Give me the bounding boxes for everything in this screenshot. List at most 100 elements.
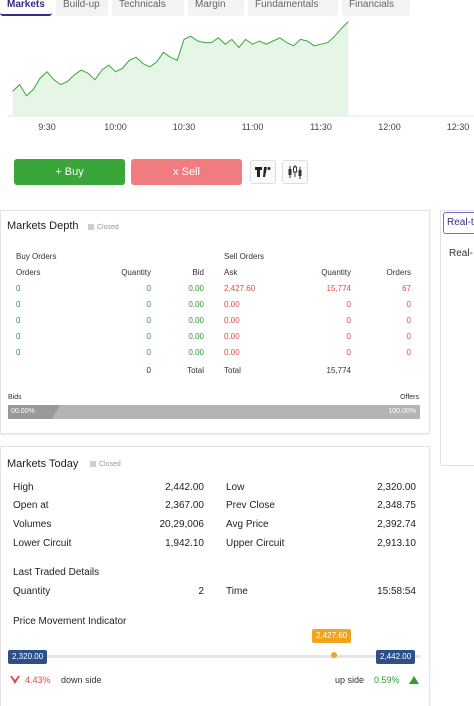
- markets-depth-card: [0, 210, 430, 434]
- x-tick-label: 12:00: [378, 122, 401, 132]
- total-buy-label: Total: [187, 366, 204, 375]
- real-time-heading: Real-: [449, 248, 473, 259]
- price-movement-track: [8, 655, 420, 658]
- real-time-tab[interactable]: Real-t: [443, 212, 474, 234]
- bids-label: Bids: [8, 394, 22, 401]
- col-buy-quantity: Quantity: [121, 268, 151, 277]
- tab-build-up[interactable]: Build-up: [56, 0, 108, 16]
- price-movement-indicator-label: Price Movement Indicator: [13, 616, 127, 627]
- markets-today-title: Markets Today: [7, 458, 79, 470]
- sell-button[interactable]: x Sell: [131, 159, 242, 185]
- last-traded-details-label: Last Traded Details: [13, 567, 100, 578]
- low-label: Low: [226, 482, 245, 493]
- col-ask: Ask: [224, 268, 238, 277]
- up-side-percent: 0.59%: [374, 675, 400, 685]
- depth-row-4-buy-qty: 0: [146, 332, 151, 341]
- down-side-percent: 4.43%: [25, 675, 51, 685]
- depth-status-badge: Closed: [88, 224, 119, 231]
- depth-row-2-ask: 0.00: [224, 300, 240, 309]
- depth-row-5-buy-orders: 0: [16, 348, 21, 357]
- depth-row-1-bid: 0.00: [188, 284, 204, 293]
- down-arrow-icon: [10, 675, 20, 687]
- depth-row-2-buy-orders: 0: [16, 300, 21, 309]
- today-status-badge: Closed: [90, 461, 121, 468]
- tab-bar: Markets Build-up Technicals Margin Funda…: [0, 0, 474, 16]
- col-bid: Bid: [192, 268, 204, 277]
- price-area-fill: [12, 21, 349, 117]
- intraday-price-chart[interactable]: 9:30 10:00 10:30 11:00 11:30 12:00 12:30: [0, 16, 474, 138]
- depth-row-5-ask: 0.00: [224, 348, 240, 357]
- tab-markets[interactable]: Markets: [0, 0, 52, 16]
- x-tick-label: 12:30: [447, 122, 470, 132]
- down-side-label: down side: [61, 675, 102, 685]
- depth-row-4-sell-orders: 0: [406, 332, 411, 341]
- depth-row-2-bid: 0.00: [188, 300, 204, 309]
- depth-row-5-buy-qty: 0: [146, 348, 151, 357]
- ltp-marker-label: 2,427.60: [312, 629, 352, 643]
- depth-row-4-buy-orders: 0: [16, 332, 21, 341]
- depth-row-3-ask: 0.00: [224, 316, 240, 325]
- depth-row-5-sell-qty: 0: [346, 348, 351, 357]
- depth-row-3-sell-qty: 0: [346, 316, 351, 325]
- depth-row-3-sell-orders: 0: [406, 316, 411, 325]
- high-value: 2,442.00: [165, 482, 204, 493]
- time-label: Time: [226, 586, 248, 597]
- offers-label: Offers: [400, 394, 419, 401]
- depth-row-2-sell-orders: 0: [406, 300, 411, 309]
- depth-row-1-sell-qty: 15,774: [326, 284, 351, 293]
- depth-row-4-bid: 0.00: [188, 332, 204, 341]
- range-high-pill: 2,442.00: [376, 650, 416, 664]
- total-sell-label: Total: [224, 366, 241, 375]
- tab-margin[interactable]: Margin: [188, 0, 244, 16]
- open-value: 2,367.00: [165, 500, 204, 511]
- col-sell-quantity: Quantity: [321, 268, 351, 277]
- bids-percent: 00.00%: [11, 408, 35, 415]
- quantity-label: Quantity: [13, 586, 51, 597]
- quantity-value: 2: [198, 586, 204, 597]
- lower-circuit-value: 1,942.10: [165, 538, 204, 549]
- depth-row-2-sell-qty: 0: [346, 300, 351, 309]
- depth-row-2-buy-qty: 0: [146, 300, 151, 309]
- ltp-marker-dot: [331, 652, 337, 658]
- total-buy-quantity: 0: [146, 366, 151, 375]
- candlestick-icon[interactable]: [282, 160, 308, 184]
- col-sell-orders: Orders: [386, 268, 411, 277]
- offers-percent: 100.00%: [388, 408, 416, 415]
- depth-row-1-buy-qty: 0: [146, 284, 151, 293]
- depth-row-4-ask: 0.00: [224, 332, 240, 341]
- sell-orders-header: Sell Orders: [224, 252, 265, 261]
- x-tick-label: 10:00: [104, 122, 127, 132]
- x-tick-label: 11:30: [310, 122, 332, 132]
- tradingview-icon[interactable]: [250, 160, 276, 184]
- volumes-label: Volumes: [13, 519, 52, 530]
- depth-row-1-ask: 2,427.60: [224, 284, 256, 293]
- tab-financials[interactable]: Financials: [342, 0, 410, 16]
- open-label: Open at: [13, 500, 49, 511]
- depth-row-3-buy-qty: 0: [146, 316, 151, 325]
- depth-row-1-buy-orders: 0: [16, 284, 21, 293]
- x-tick-label: 9:30: [38, 122, 56, 132]
- up-arrow-icon: [409, 675, 419, 687]
- range-low-pill: 2,320.00: [8, 650, 48, 664]
- total-sell-quantity: 15,774: [326, 366, 351, 375]
- lower-circuit-label: Lower Circuit: [13, 538, 72, 549]
- col-buy-orders: Orders: [16, 268, 41, 277]
- tab-technicals[interactable]: Technicals: [112, 0, 184, 16]
- prev-close-label: Prev Close: [226, 500, 275, 511]
- depth-row-3-bid: 0.00: [188, 316, 204, 325]
- low-value: 2,320.00: [377, 482, 416, 493]
- buy-button[interactable]: + Buy: [14, 159, 125, 185]
- depth-row-5-sell-orders: 0: [406, 348, 411, 357]
- buy-orders-header: Buy Orders: [16, 252, 57, 261]
- volumes-value: 20,29,006: [159, 519, 205, 530]
- upper-circuit-label: Upper Circuit: [226, 538, 285, 549]
- depth-row-1-sell-orders: 67: [402, 284, 411, 293]
- depth-row-3-buy-orders: 0: [16, 316, 21, 325]
- tab-fundamentals[interactable]: Fundamentals: [248, 0, 338, 16]
- x-tick-label: 10:30: [173, 122, 196, 132]
- high-label: High: [13, 482, 34, 493]
- upper-circuit-value: 2,913.10: [377, 538, 416, 549]
- avg-price-value: 2,392.74: [377, 519, 416, 530]
- time-value: 15:58:54: [377, 586, 416, 597]
- markets-depth-title: Markets Depth: [7, 220, 79, 232]
